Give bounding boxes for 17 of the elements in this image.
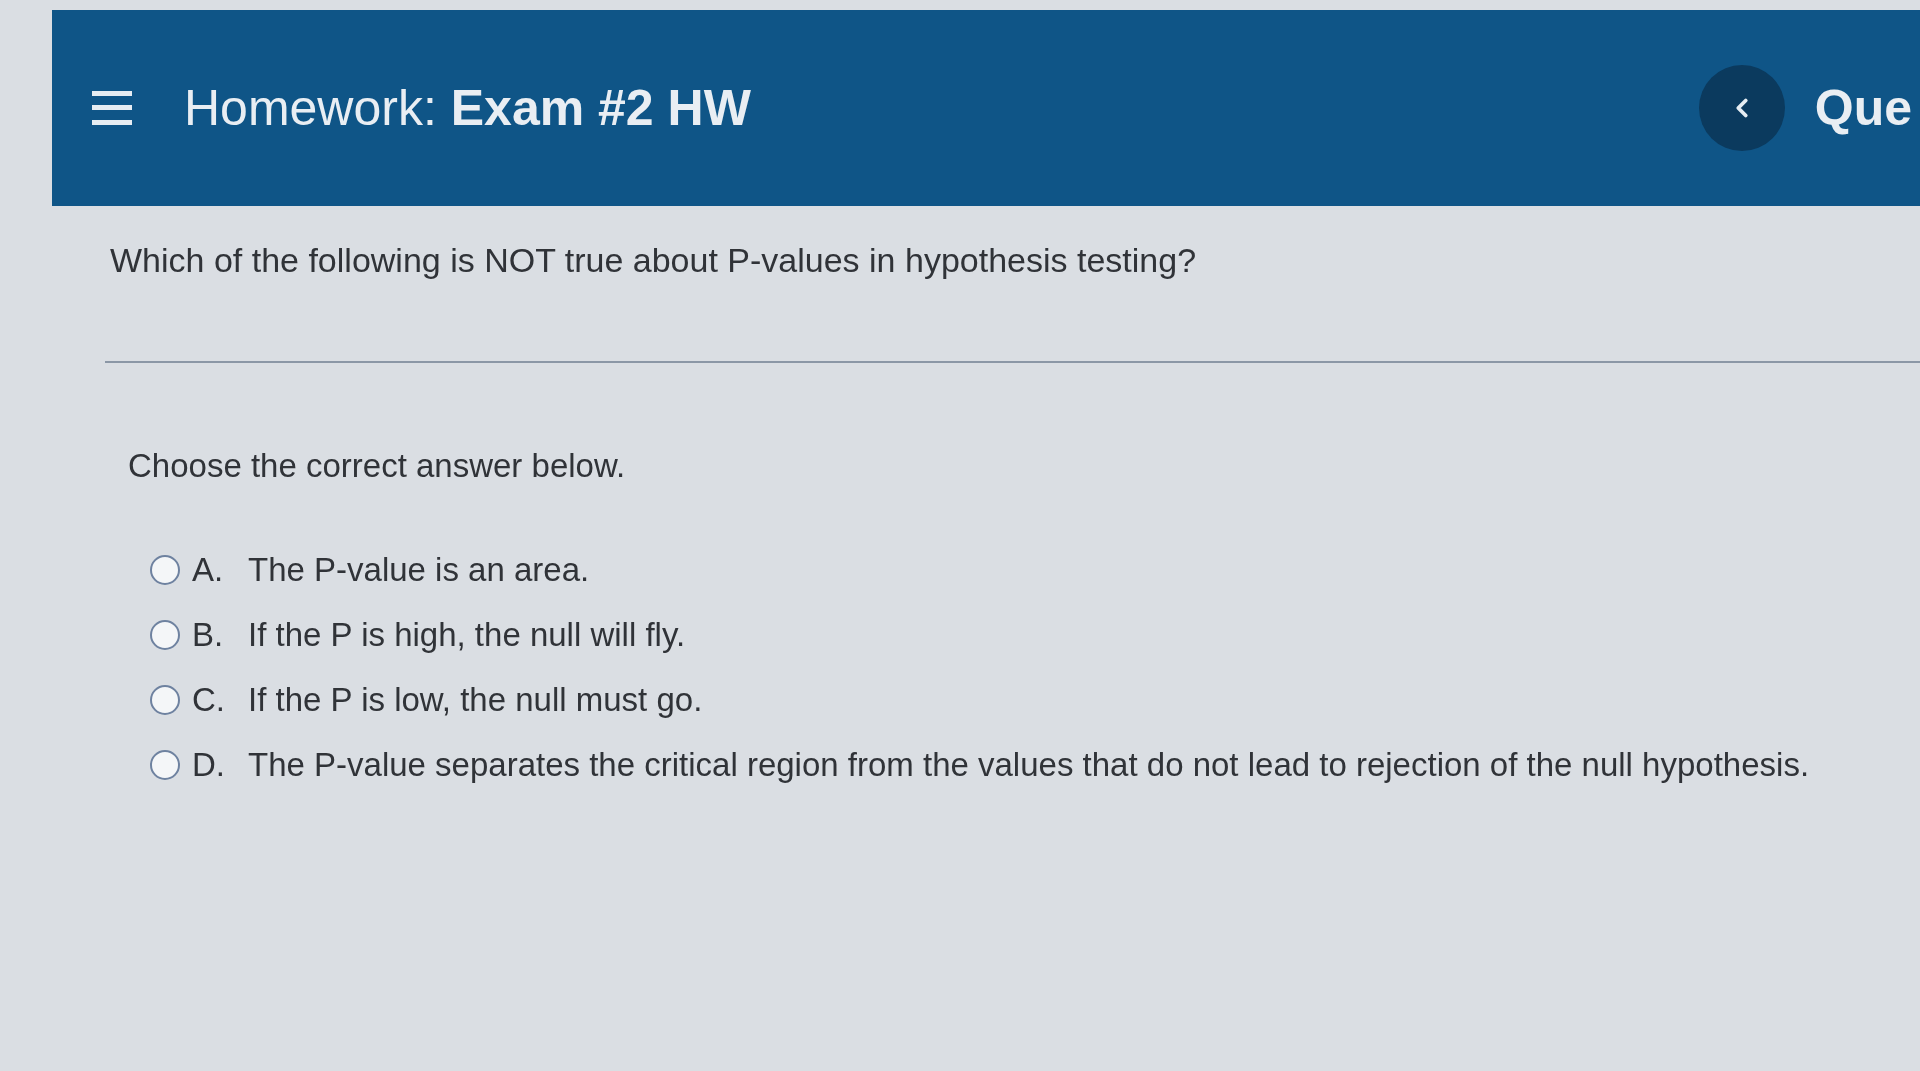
option-text: If the P is low, the null must go. [248,680,703,720]
question-prompt: Which of the following is NOT true about P-values in hypothesis testing? [110,240,1198,280]
option-text: If the P is high, the null will fly. [248,615,686,655]
radio-button[interactable] [150,685,180,715]
question-nav-label: Que [1814,83,1912,133]
option-letter: D. [192,745,226,785]
page-title: Homework: Exam #2 HW [184,83,751,133]
option-text: The P-value is an area. [248,550,590,590]
instruction-text: Choose the correct answer below. [128,446,627,486]
radio-button[interactable] [150,555,180,585]
menu-icon[interactable] [92,91,132,125]
radio-button[interactable] [150,620,180,650]
option-text: The P-value separates the critical region from the values that do not lead to rejection of the null hypothesis. [248,745,1810,785]
radio-button[interactable] [150,750,180,780]
option-letter: B. [192,615,225,655]
option-letter: A. [192,550,225,590]
option-letter: C. [192,680,226,720]
